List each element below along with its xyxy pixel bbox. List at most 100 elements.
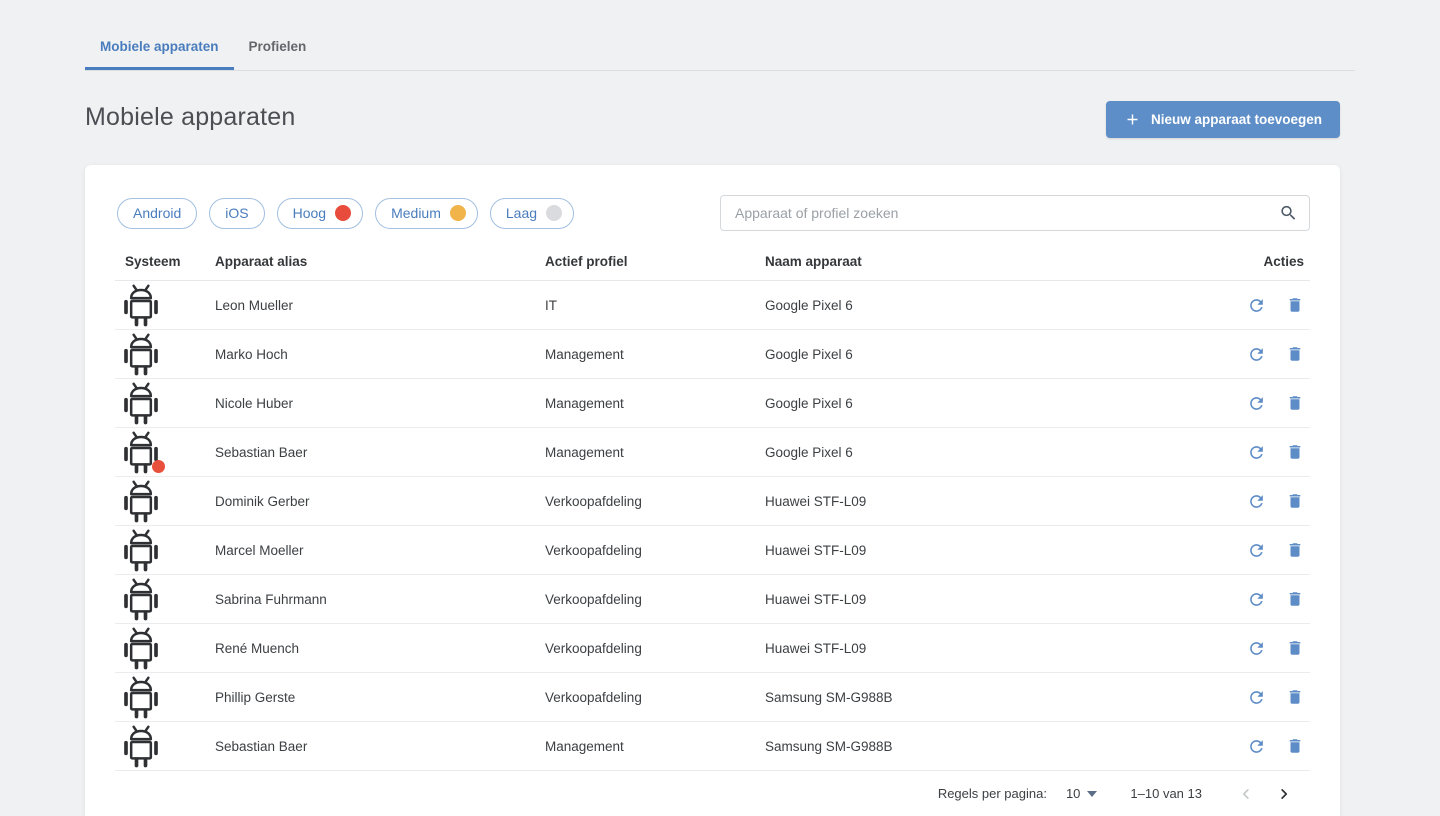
- device-alias: Sebastian Baer: [215, 445, 545, 460]
- rows-per-page-select[interactable]: 10: [1066, 786, 1097, 801]
- refresh-button[interactable]: [1247, 688, 1266, 707]
- delete-button[interactable]: [1286, 688, 1304, 707]
- trash-icon: [1286, 639, 1304, 658]
- filter-chip-hoog[interactable]: Hoog: [277, 198, 363, 229]
- device-alias: Leon Mueller: [215, 298, 545, 313]
- priority-dot-icon: [546, 205, 562, 221]
- refresh-button[interactable]: [1247, 296, 1266, 315]
- delete-button[interactable]: [1286, 492, 1304, 511]
- android-icon: [121, 430, 161, 474]
- add-device-button[interactable]: Nieuw apparaat toevoegen: [1106, 101, 1340, 138]
- row-actions: [1200, 345, 1310, 364]
- delete-button[interactable]: [1286, 541, 1304, 560]
- refresh-icon: [1247, 590, 1266, 609]
- caret-down-icon: [1087, 791, 1097, 797]
- chip-label: Medium: [391, 205, 441, 221]
- delete-button[interactable]: [1286, 345, 1304, 364]
- android-icon: [121, 724, 161, 768]
- refresh-button[interactable]: [1247, 345, 1266, 364]
- plus-icon: [1124, 111, 1141, 128]
- table-row: Dominik GerberVerkoopafdelingHuawei STF-…: [115, 477, 1310, 526]
- device-alias: Marcel Moeller: [215, 543, 545, 558]
- device-name: Huawei STF-L09: [765, 543, 1200, 558]
- chip-label: Android: [133, 205, 181, 221]
- refresh-button[interactable]: [1247, 737, 1266, 756]
- android-icon: [121, 577, 161, 621]
- tab-profielen[interactable]: Profielen: [234, 0, 322, 70]
- active-profile: Verkoopafdeling: [545, 690, 765, 705]
- trash-icon: [1286, 345, 1304, 364]
- filter-chip-android[interactable]: Android: [117, 198, 197, 229]
- previous-page-button[interactable]: [1234, 782, 1258, 806]
- device-name: Google Pixel 6: [765, 298, 1200, 313]
- page-title: Mobiele apparaten: [85, 103, 296, 132]
- device-alias: René Muench: [215, 641, 545, 656]
- android-icon: [121, 479, 161, 523]
- active-profile: Management: [545, 347, 765, 362]
- refresh-button[interactable]: [1247, 443, 1266, 462]
- search-box: [720, 195, 1310, 231]
- delete-button[interactable]: [1286, 394, 1304, 413]
- refresh-button[interactable]: [1247, 394, 1266, 413]
- refresh-icon: [1247, 492, 1266, 511]
- table-row: Marko HochManagementGoogle Pixel 6: [115, 330, 1310, 379]
- row-actions: [1200, 639, 1310, 658]
- filter-chips: Android iOS Hoog Medium Laag: [117, 198, 574, 229]
- active-profile: Management: [545, 739, 765, 754]
- column-header-actief-profiel: Actief profiel: [545, 254, 765, 269]
- refresh-button[interactable]: [1247, 590, 1266, 609]
- active-profile: Verkoopafdeling: [545, 592, 765, 607]
- refresh-button[interactable]: [1247, 541, 1266, 560]
- refresh-button[interactable]: [1247, 639, 1266, 658]
- column-header-acties: Acties: [1200, 254, 1310, 269]
- active-profile: Verkoopafdeling: [545, 543, 765, 558]
- filter-chip-laag[interactable]: Laag: [490, 198, 574, 229]
- table-row: Marcel MoellerVerkoopafdelingHuawei STF-…: [115, 526, 1310, 575]
- device-name: Samsung SM-G988B: [765, 739, 1200, 754]
- filter-chip-ios[interactable]: iOS: [209, 198, 264, 229]
- row-actions: [1200, 737, 1310, 756]
- trash-icon: [1286, 737, 1304, 756]
- search-icon: [1279, 204, 1298, 223]
- tab-mobiele-apparaten[interactable]: Mobiele apparaten: [85, 0, 234, 70]
- add-device-button-label: Nieuw apparaat toevoegen: [1151, 112, 1322, 127]
- delete-button[interactable]: [1286, 443, 1304, 462]
- table-row: Nicole HuberManagementGoogle Pixel 6: [115, 379, 1310, 428]
- row-actions: [1200, 296, 1310, 315]
- filter-chip-medium[interactable]: Medium: [375, 198, 478, 229]
- filter-row: Android iOS Hoog Medium Laag: [85, 165, 1340, 231]
- device-alias: Phillip Gerste: [215, 690, 545, 705]
- device-name: Huawei STF-L09: [765, 494, 1200, 509]
- refresh-icon: [1247, 296, 1266, 315]
- trash-icon: [1286, 394, 1304, 413]
- device-alias: Sebastian Baer: [215, 739, 545, 754]
- alert-badge: [152, 460, 165, 473]
- row-actions: [1200, 492, 1310, 511]
- refresh-icon: [1247, 737, 1266, 756]
- delete-button[interactable]: [1286, 639, 1304, 658]
- table-body: Leon MuellerITGoogle Pixel 6 Marko HochM…: [115, 281, 1310, 771]
- delete-button[interactable]: [1286, 296, 1304, 315]
- refresh-button[interactable]: [1247, 492, 1266, 511]
- trash-icon: [1286, 492, 1304, 511]
- column-header-naam-apparaat: Naam apparaat: [765, 254, 1200, 269]
- android-icon: [121, 528, 161, 572]
- refresh-icon: [1247, 541, 1266, 560]
- trash-icon: [1286, 296, 1304, 315]
- device-alias: Marko Hoch: [215, 347, 545, 362]
- delete-button[interactable]: [1286, 737, 1304, 756]
- devices-card: AndroidiOSHoogMediumLaag Systeem Apparaa…: [85, 165, 1340, 816]
- android-icon: [121, 332, 161, 376]
- refresh-icon: [1247, 443, 1266, 462]
- chip-label: Laag: [506, 205, 537, 221]
- next-page-button[interactable]: [1272, 782, 1296, 806]
- column-header-systeem: Systeem: [115, 254, 215, 269]
- delete-button[interactable]: [1286, 590, 1304, 609]
- table-row: Phillip GersteVerkoopafdelingSamsung SM-…: [115, 673, 1310, 722]
- trash-icon: [1286, 443, 1304, 462]
- refresh-icon: [1247, 394, 1266, 413]
- device-name: Google Pixel 6: [765, 396, 1200, 411]
- active-profile: IT: [545, 298, 765, 313]
- search-input[interactable]: [720, 195, 1310, 231]
- chip-label: iOS: [225, 205, 248, 221]
